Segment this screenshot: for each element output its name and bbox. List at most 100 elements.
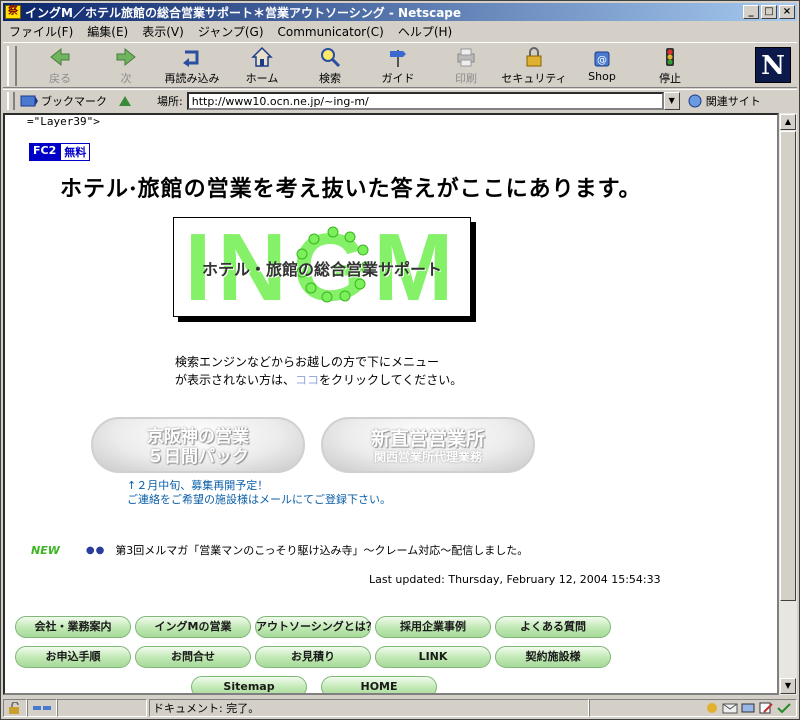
browser-window: 祭 イングM／ホテル旅館の総合営業サポート＊営業アウトソーシング - Netsc… (0, 0, 800, 720)
guide-signpost-icon (390, 50, 406, 67)
navigator-icon[interactable] (704, 702, 720, 714)
fc2-label: FC2 (29, 143, 61, 161)
news-bullet-icon: ●● (85, 544, 106, 556)
page-proxy-icon[interactable] (117, 94, 133, 108)
nav-faq[interactable]: よくある質問 (495, 616, 611, 638)
url-field[interactable]: http://www10.ocn.ne.jp/~ing-m/ (186, 91, 664, 110)
news-item: NEW ●● 第3回メルマガ「営業マンのこっそり駆け込み寺」〜クレーム対応〜配信… (31, 542, 528, 558)
location-bar: ブックマーク 場所: http://www10.ocn.ne.jp/~ing-m… (3, 89, 797, 111)
search-button[interactable]: 検索 (297, 45, 363, 87)
shop-label: Shop (588, 70, 616, 83)
security-status-icon[interactable] (3, 699, 27, 717)
nav-link[interactable]: LINK (375, 646, 491, 668)
forward-arrow-icon (116, 47, 136, 67)
notice-text-pre: が表示されない方は、 (175, 373, 296, 387)
nav-sitemap[interactable]: Sitemap (191, 676, 307, 693)
menu-view[interactable]: 表示(V) (142, 23, 184, 40)
guide-button[interactable]: ガイド (365, 45, 431, 87)
bookmarks-button[interactable]: ブックマーク (41, 93, 107, 109)
nav-ing-m-sales[interactable]: イングMの営業 (135, 616, 251, 638)
new-sales-office-button[interactable]: 新直営営業所 関西営業所代理業務 (321, 417, 535, 473)
recruit-line-2[interactable]: ご連絡をご希望の施設様はメールにてご登録下さい。 (127, 493, 391, 507)
pack-button-line1: 京阪神の営業 (147, 427, 249, 447)
toolbar-grip[interactable] (7, 46, 17, 86)
window-title: イングM／ホテル旅館の総合営業サポート＊営業アウトソーシング - Netscap… (25, 5, 462, 20)
composer-icon[interactable] (758, 702, 774, 714)
search-icon (321, 48, 341, 68)
menu-communicator[interactable]: Communicator(C) (278, 25, 384, 39)
scroll-down-arrow-icon[interactable]: ▼ (780, 678, 796, 694)
back-arrow-icon (50, 47, 70, 67)
unlocked-lock-icon (9, 702, 19, 714)
printer-icon (457, 48, 475, 67)
menu-help[interactable]: ヘルプ(H) (398, 23, 452, 40)
menu-go[interactable]: ジャンプ(G) (198, 23, 264, 40)
menu-notice: 検索エンジンなどからお越しの方で下にメニュー が表示されない方は、ココをクリック… (175, 353, 462, 389)
newsgroup-icon[interactable] (740, 702, 756, 714)
related-sites-button[interactable]: 関連サイト (706, 93, 761, 109)
netscape-logo[interactable]: N (755, 47, 791, 83)
stop-label: 停止 (659, 72, 681, 85)
bookmark-icon[interactable] (19, 94, 39, 108)
back-label: 戻る (49, 72, 71, 85)
pack-button-line2: ５日間パック (147, 447, 249, 467)
done-checkmark-icon[interactable] (776, 702, 792, 714)
nav-contact[interactable]: お問合せ (135, 646, 251, 668)
mail-icon[interactable] (722, 702, 738, 714)
nav-case-studies[interactable]: 採用企業事例 (375, 616, 491, 638)
menu-file[interactable]: ファイル(F) (9, 23, 73, 40)
forward-label: 次 (120, 72, 132, 85)
scroll-thumb[interactable] (780, 131, 796, 601)
logo-subtitle: ホテル・旅館の総合営業サポート (201, 260, 442, 279)
layer-source-text: ="Layer39"> (27, 115, 100, 128)
stop-traffic-light-icon (666, 48, 674, 66)
minimize-button[interactable]: _ (743, 5, 759, 19)
notice-line-1: 検索エンジンなどからお越しの方で下にメニュー (175, 355, 440, 369)
status-text: ドキュメント: 完了。 (149, 699, 589, 717)
office-button-line1: 新直営営業所 (370, 428, 485, 450)
maximize-button[interactable]: □ (761, 5, 777, 19)
security-button[interactable]: セキュリティ (501, 45, 567, 87)
back-button[interactable]: 戻る (27, 45, 93, 87)
component-bar (589, 699, 797, 717)
nav-application-steps[interactable]: お申込手順 (15, 646, 131, 668)
related-sites-icon[interactable] (686, 93, 704, 109)
fc2-free-label: 無料 (60, 143, 91, 161)
ing-m-logo: INGM ホテル・旅館の総合営業サポート (173, 217, 471, 317)
reload-button[interactable]: 再読み込み (159, 45, 225, 87)
app-icon: 祭 (5, 5, 21, 19)
security-lock-icon (526, 47, 542, 67)
scroll-up-arrow-icon[interactable]: ▲ (780, 114, 796, 130)
home-icon (251, 46, 273, 67)
fc2-badge[interactable]: FC2 無料 (29, 143, 91, 161)
nav-estimate[interactable]: お見積り (255, 646, 371, 668)
news-text[interactable]: 第3回メルマガ「営業マンのこっそり駆け込み寺」〜クレーム対応〜配信しました。 (115, 542, 528, 558)
navigation-toolbar: 戻る 次 再読み込み ホーム 検索 ガイド 印刷 セキュリティ @ Shop 停… (3, 42, 797, 88)
new-badge: NEW (31, 543, 60, 557)
print-label: 印刷 (455, 72, 477, 85)
shop-button[interactable]: @ Shop (569, 45, 635, 87)
search-label: 検索 (319, 72, 341, 85)
here-link[interactable]: ココ (295, 373, 319, 387)
forward-button[interactable]: 次 (93, 45, 159, 87)
vertical-scrollbar[interactable]: ▲ ▼ (779, 113, 797, 695)
recruit-notice: ↑２月中旬、募集再開予定！ ご連絡をご希望の施設様はメールにてご登録下さい。 (127, 479, 391, 507)
close-button[interactable]: × (779, 5, 795, 19)
page-headline: ホテル·旅館の営業を考え抜いた答えがここにあります。 (60, 176, 642, 202)
url-dropdown-arrow-icon[interactable]: ▼ (663, 91, 680, 110)
plug-icon (33, 706, 51, 710)
print-button[interactable]: 印刷 (433, 45, 499, 87)
nav-contracted-facilities[interactable]: 契約施設様 (495, 646, 611, 668)
security-label: セキュリティ (501, 72, 567, 85)
last-updated: Last updated: Thursday, February 12, 200… (369, 573, 661, 586)
nav-company-info[interactable]: 会社・業務案内 (15, 616, 131, 638)
kansai-5day-pack-button[interactable]: 京阪神の営業 ５日間パック (91, 417, 305, 473)
stop-button[interactable]: 停止 (637, 45, 703, 87)
title-bar: 祭 イングM／ホテル旅館の総合営業サポート＊営業アウトソーシング - Netsc… (3, 3, 797, 21)
nav-about-outsourcing[interactable]: アウトソーシングとは？ (255, 616, 377, 638)
status-bar: ドキュメント: 完了。 (3, 698, 797, 718)
home-button[interactable]: ホーム (229, 45, 295, 87)
locbar-grip[interactable] (7, 91, 15, 110)
nav-home[interactable]: HOME (321, 676, 437, 693)
menu-edit[interactable]: 編集(E) (87, 23, 128, 40)
